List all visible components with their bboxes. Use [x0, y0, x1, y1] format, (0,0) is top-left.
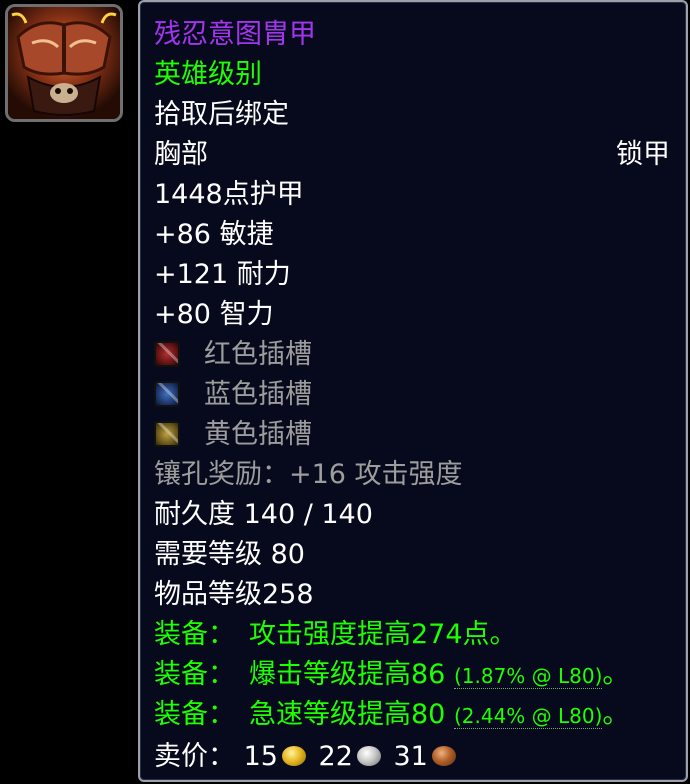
stat-name: 敏捷: [219, 219, 274, 250]
socket-row-yellow: 黄色插槽: [154, 415, 670, 455]
chest-armor-icon[interactable]: [5, 4, 123, 122]
item-armor: 1448点护甲: [154, 179, 304, 210]
equip-text: 攻击强度提高274点。: [249, 619, 517, 650]
equip-detail[interactable]: (1.87% @ L80): [453, 664, 603, 689]
socket-bonus: 镶孔奖励：+16 攻击强度: [154, 459, 463, 490]
equip-detail[interactable]: (2.44% @ L80): [453, 704, 603, 729]
item-binding: 拾取后绑定: [154, 99, 289, 130]
equip-text: 急速等级提高80: [249, 699, 446, 730]
socket-label: 蓝色插槽: [204, 379, 312, 410]
chest-armor-icon-art: [8, 7, 120, 119]
item-tooltip: 残忍意图胄甲 英雄级别 拾取后绑定 胸部 锁甲 1448点护甲 +86 敏捷 +…: [138, 0, 688, 782]
stat-name: 耐力: [236, 259, 291, 290]
socket-row-red: 红色插槽: [154, 335, 670, 375]
item-slot: 胸部: [154, 139, 208, 170]
item-level: 物品等级258: [154, 579, 314, 610]
required-level: 需要等级 80: [154, 539, 305, 570]
stat-name: 智力: [219, 299, 274, 330]
equip-effect: 装备： 攻击强度提高274点。: [154, 615, 670, 655]
stat-line: +80 智力: [154, 295, 670, 335]
copper-coin-icon: [431, 745, 456, 766]
sell-price-label: 卖价：: [154, 741, 235, 772]
stat-line: +86 敏捷: [154, 215, 670, 255]
durability: 耐久度 140 / 140: [154, 499, 373, 530]
item-name: 残忍意图胄甲: [154, 19, 316, 50]
equip-prefix: 装备：: [154, 699, 235, 730]
red-socket-icon: [154, 340, 180, 367]
equip-suffix: 。: [602, 659, 630, 690]
equip-prefix: 装备：: [154, 619, 235, 650]
sell-price: 卖价： 15 22 31: [154, 737, 670, 777]
socket-label: 红色插槽: [204, 339, 312, 370]
stat-value: +86: [154, 219, 211, 250]
stat-value: +80: [154, 299, 211, 330]
equip-suffix: 。: [602, 699, 630, 730]
gold-amount: 15: [243, 741, 278, 772]
yellow-socket-icon: [154, 420, 180, 447]
socket-row-blue: 蓝色插槽: [154, 375, 670, 415]
stat-line: +121 耐力: [154, 255, 670, 295]
item-quality: 英雄级别: [154, 59, 262, 90]
equip-prefix: 装备：: [154, 659, 235, 690]
item-armor-type: 锁甲: [616, 139, 670, 170]
equip-effect: 装备： 急速等级提高80 (2.44% @ L80)。: [154, 695, 670, 735]
equip-text: 爆击等级提高86: [249, 659, 446, 690]
stat-value: +121: [154, 259, 229, 290]
blue-socket-icon: [154, 380, 180, 407]
silver-amount: 22: [318, 741, 353, 772]
item-tooltip-screen: 残忍意图胄甲 英雄级别 拾取后绑定 胸部 锁甲 1448点护甲 +86 敏捷 +…: [0, 0, 690, 784]
gold-coin-icon: [281, 745, 306, 766]
copper-amount: 31: [393, 741, 428, 772]
item-slot-row: 胸部 锁甲: [154, 135, 670, 175]
equip-effect: 装备： 爆击等级提高86 (1.87% @ L80)。: [154, 655, 670, 695]
silver-coin-icon: [356, 745, 381, 766]
socket-label: 黄色插槽: [204, 419, 312, 450]
